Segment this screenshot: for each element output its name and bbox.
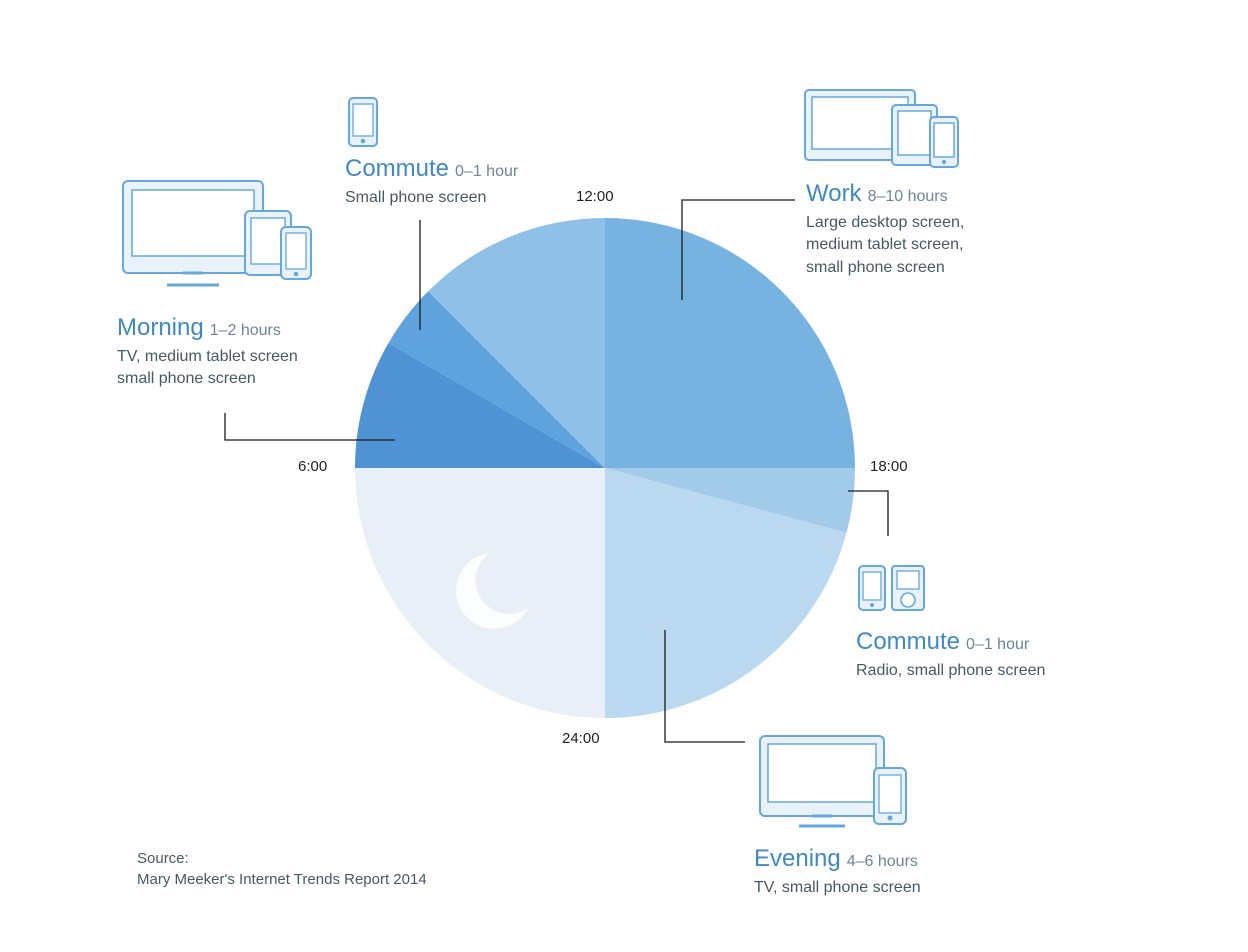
commute-am-title: Commute [345, 155, 449, 182]
work-sub: 8–10 hours [868, 188, 948, 205]
tv-phone-icon [754, 730, 919, 835]
commute-pm-desc: Radio, small phone screen [856, 660, 1156, 682]
source-block: Source: Mary Meeker's Internet Trends Re… [137, 848, 427, 890]
morning-sub: 1–2 hours [210, 322, 281, 339]
phone-radio-icon [856, 560, 936, 615]
phone-icon [345, 95, 385, 150]
commute-pm-sub: 0–1 hour [966, 636, 1029, 653]
evening-title: Evening [754, 845, 841, 872]
label-commute-am: Commute 0–1 hour Small phone screen [345, 155, 605, 209]
label-morning: Morning 1–2 hours TV, medium tablet scree… [117, 314, 377, 391]
label-evening: Evening 4–6 hours TV, small phone screen [754, 845, 1054, 899]
work-desc: Large desktop screen, medium tablet scre… [806, 212, 1106, 279]
morning-title: Morning [117, 314, 204, 341]
source-label: Source: [137, 848, 427, 869]
commute-am-desc: Small phone screen [345, 187, 605, 209]
commute-am-sub: 0–1 hour [455, 163, 518, 180]
evening-desc: TV, small phone screen [754, 877, 1054, 899]
evening-sub: 4–6 hours [847, 853, 918, 870]
work-title: Work [806, 180, 862, 207]
tv-tablet-phone-icon [117, 175, 322, 300]
commute-pm-title: Commute [856, 628, 960, 655]
leader-lines [0, 0, 1248, 952]
label-commute-pm: Commute 0–1 hour Radio, small phone scree… [856, 628, 1156, 682]
desktop-tablet-phone-icon [800, 85, 970, 175]
morning-desc: TV, medium tablet screen small phone scr… [117, 346, 377, 391]
label-work: Work 8–10 hours Large desktop screen, med… [806, 180, 1106, 279]
source-text: Mary Meeker's Internet Trends Report 201… [137, 869, 427, 890]
